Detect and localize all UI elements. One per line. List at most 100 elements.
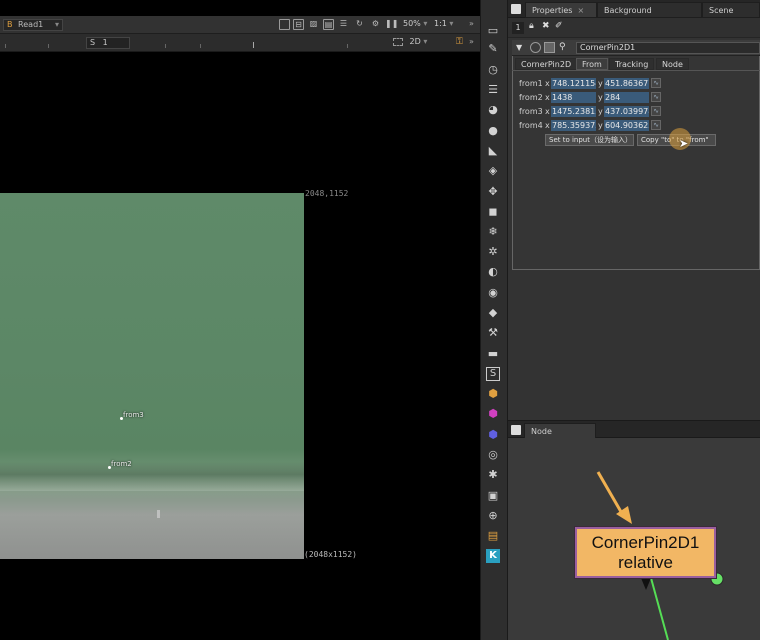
from1-x-axis: x bbox=[545, 79, 550, 88]
read-node-selector[interactable]: B Read1 ▾ bbox=[3, 19, 63, 31]
tab-node[interactable]: Node bbox=[656, 58, 689, 70]
chevron-down-icon: ▾ bbox=[54, 20, 59, 29]
node-graph-tabbar: Node Graph× bbox=[508, 420, 760, 451]
overflow-chevron-icon[interactable]: » bbox=[469, 19, 474, 28]
gear-icon[interactable]: ⚙ bbox=[370, 19, 381, 30]
tab-background-renders[interactable]: Background Renders× bbox=[597, 2, 702, 30]
knob-tabs-divider bbox=[512, 70, 760, 71]
panel-count-field[interactable]: 1 bbox=[512, 22, 524, 34]
node-title: CornerPin2D1 bbox=[591, 532, 700, 552]
tab-cornerpin2d[interactable]: CornerPin2D bbox=[515, 58, 578, 70]
keentools-icon[interactable]: K bbox=[486, 549, 500, 563]
metadata-icon[interactable]: ◉ bbox=[486, 286, 500, 300]
frame-value: 1 bbox=[102, 38, 108, 47]
ruler-tick bbox=[200, 44, 201, 48]
overlay-icon[interactable]: ▤ bbox=[323, 19, 334, 30]
filter-icon[interactable]: ● bbox=[486, 124, 500, 138]
plugin-icon-7[interactable]: ⊕ bbox=[486, 509, 500, 523]
properties-tabbar: Properties × Background Renders× Scene Gr… bbox=[508, 0, 760, 30]
view-mode-value: 2D bbox=[409, 37, 421, 46]
close-all-icon[interactable]: ✖ bbox=[542, 21, 550, 31]
lock-icon[interactable]: 🔒︎ bbox=[529, 21, 534, 31]
color-icon[interactable]: ◕ bbox=[486, 103, 500, 117]
zoom-select[interactable]: 50% ▾ bbox=[403, 19, 427, 28]
viewer-toggle-icon[interactable] bbox=[530, 42, 541, 53]
channel-icon[interactable]: ☰ bbox=[486, 83, 500, 97]
set-to-input-button[interactable]: Set to input（设为输入） bbox=[545, 134, 634, 146]
plugin-icon-5[interactable]: ✱ bbox=[486, 468, 500, 482]
image-icon[interactable]: ▭ bbox=[486, 24, 500, 38]
sapphire-icon[interactable]: S bbox=[486, 367, 500, 381]
other-icon[interactable]: ⚒ bbox=[486, 326, 500, 340]
merge-icon[interactable]: ◈ bbox=[486, 164, 500, 178]
pin-label-from2: from2 bbox=[111, 460, 132, 468]
tab-properties[interactable]: Properties × bbox=[525, 2, 597, 18]
from1-x-field[interactable]: 748.121154 bbox=[551, 78, 596, 89]
plugin-icon-2[interactable]: ⬢ bbox=[486, 407, 500, 421]
from3-y-axis: y bbox=[598, 107, 603, 116]
ruler-tick bbox=[253, 42, 254, 48]
plugin-icon-8[interactable]: ▤ bbox=[486, 529, 500, 543]
3d-icon[interactable]: ◼ bbox=[486, 205, 500, 219]
read-node-name: Read1 bbox=[18, 20, 44, 29]
node-name-field[interactable]: CornerPin2D1 bbox=[576, 42, 760, 54]
plugin-icon-3[interactable]: ⬢ bbox=[486, 428, 500, 442]
properties-toolbar: 1 🔒︎ ✖ ✐ bbox=[508, 18, 760, 38]
from1-y-axis: y bbox=[598, 79, 603, 88]
checker-icon[interactable]: ▨ bbox=[308, 19, 319, 30]
time-icon[interactable]: ◷ bbox=[486, 63, 500, 77]
pause-icon[interactable]: ❚❚ bbox=[385, 19, 398, 30]
from4-animation-icon[interactable]: ∿ bbox=[651, 120, 661, 130]
float-icon[interactable]: ⚲ bbox=[559, 42, 566, 52]
from3-x-field[interactable]: 1475.23815 bbox=[551, 106, 596, 117]
roi-icon[interactable] bbox=[279, 19, 290, 30]
views-icon[interactable]: ◐ bbox=[486, 265, 500, 279]
tab-from[interactable]: From bbox=[576, 58, 608, 70]
from1-animation-icon[interactable]: ∿ bbox=[651, 78, 661, 88]
from2-y-field[interactable]: 284 bbox=[604, 92, 649, 103]
transform-icon[interactable]: ✥ bbox=[486, 185, 500, 199]
from3-animation-icon[interactable]: ∿ bbox=[651, 106, 661, 116]
toolsets-icon[interactable]: ◆ bbox=[486, 306, 500, 320]
frame-field[interactable]: S 1 bbox=[86, 37, 130, 49]
particles-icon[interactable]: ❄ bbox=[486, 225, 500, 239]
viewer-image bbox=[0, 193, 304, 559]
close-icon[interactable]: × bbox=[577, 6, 584, 15]
plugin-icon-1[interactable]: ⬢ bbox=[486, 387, 500, 401]
panel-menu-icon[interactable] bbox=[511, 425, 521, 435]
from3-x-axis: x bbox=[545, 107, 550, 116]
collapse-icon[interactable]: ▼ bbox=[516, 43, 522, 52]
refresh-icon[interactable]: ↻ bbox=[354, 19, 365, 30]
panel-menu-icon[interactable] bbox=[511, 4, 521, 14]
tab-tracking[interactable]: Tracking bbox=[609, 58, 655, 70]
node-color-icon[interactable] bbox=[544, 42, 555, 53]
plugin-icon-4[interactable]: ◎ bbox=[486, 448, 500, 462]
cornerpin-node[interactable]: CornerPin2D1 relative bbox=[575, 527, 716, 578]
mode-select[interactable]: 2D ▾ bbox=[393, 37, 427, 46]
lines-icon[interactable]: ☰ bbox=[338, 19, 349, 30]
overflow-chevron-icon-2[interactable]: » bbox=[469, 37, 474, 46]
from2-animation-icon[interactable]: ∿ bbox=[651, 92, 661, 102]
wipe-icon[interactable]: ⊟ bbox=[293, 19, 304, 30]
from1-y-field[interactable]: 451.863677 bbox=[604, 78, 649, 89]
furnace-icon[interactable]: ▬ bbox=[486, 347, 500, 361]
from4-x-axis: x bbox=[545, 121, 550, 130]
lock-icon[interactable]: ⚿ bbox=[456, 37, 463, 47]
draw-icon[interactable]: ✎ bbox=[486, 42, 500, 56]
from4-y-field[interactable]: 604.903625 bbox=[604, 120, 649, 131]
plugin-icon-6[interactable]: ▣ bbox=[486, 489, 500, 503]
from2-x-field[interactable]: 1438 bbox=[551, 92, 596, 103]
zoom-value: 50% bbox=[403, 19, 421, 28]
keyer-icon[interactable]: ◣ bbox=[486, 144, 500, 158]
deep-icon[interactable]: ✲ bbox=[486, 245, 500, 259]
from4-x-field[interactable]: 785.359375 bbox=[551, 120, 596, 131]
pencil-icon[interactable]: ✐ bbox=[555, 21, 563, 31]
input-arrow bbox=[641, 578, 651, 590]
from3-y-field[interactable]: 437.039978 bbox=[604, 106, 649, 117]
ratio-select[interactable]: 1:1 ▾ bbox=[434, 19, 453, 28]
ruler-tick bbox=[5, 44, 6, 48]
tab-properties-label: Properties bbox=[532, 6, 573, 15]
ratio-value: 1:1 bbox=[434, 19, 447, 28]
tab-node-graph[interactable]: Node Graph× bbox=[524, 423, 596, 451]
tab-scene-graph[interactable]: Scene Graph bbox=[702, 2, 760, 30]
